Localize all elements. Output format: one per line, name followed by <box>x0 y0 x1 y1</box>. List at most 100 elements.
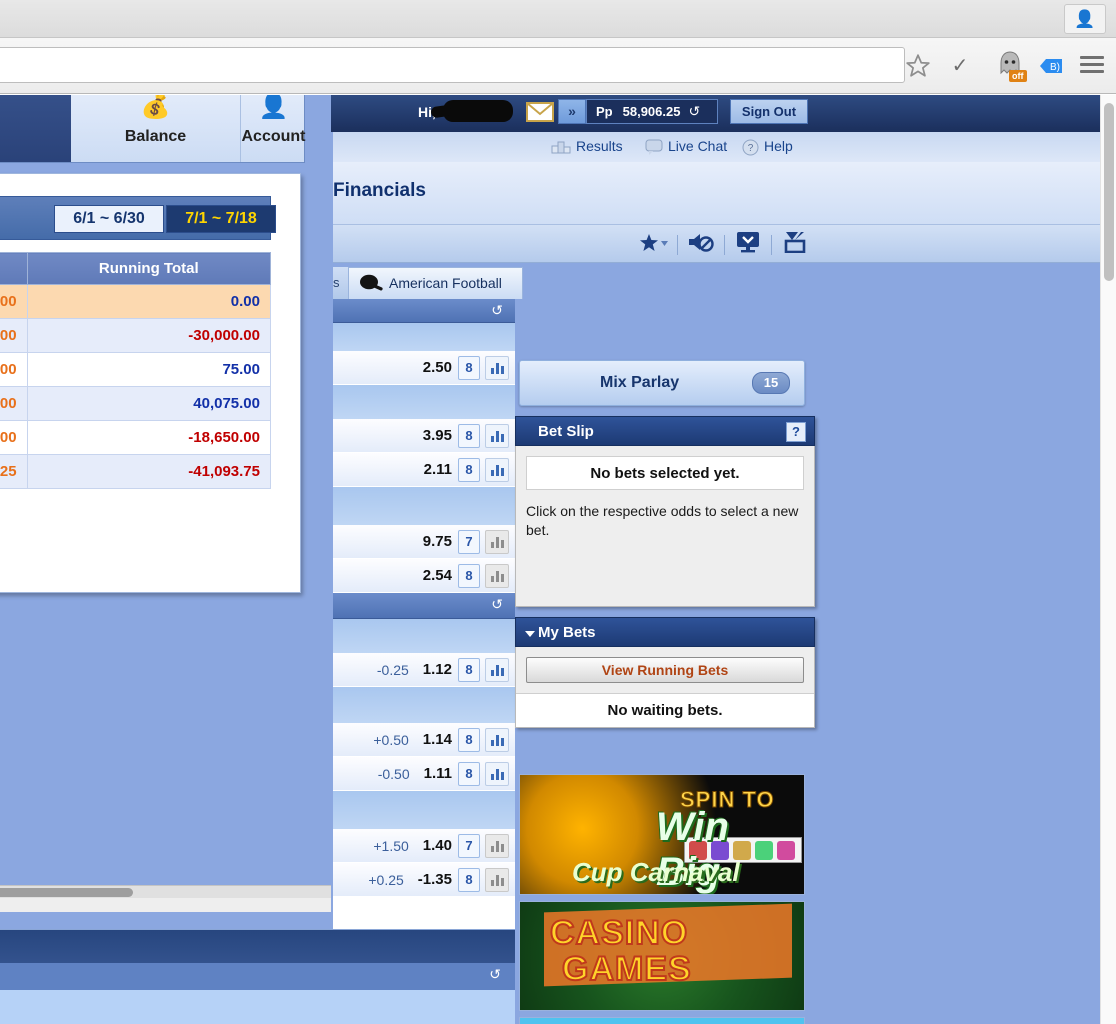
table-row[interactable]: 0.00 0.00 <box>0 284 272 319</box>
stats-bar-icon[interactable] <box>485 457 509 482</box>
stats-bar-icon[interactable] <box>485 867 509 892</box>
odds-price[interactable]: 2.50 <box>423 359 452 376</box>
refresh-balance-icon[interactable]: ↺ <box>688 103 700 120</box>
odds-price[interactable]: 9.75 <box>423 533 452 550</box>
bottom-dark-band <box>0 929 515 963</box>
speaker-muted-icon[interactable] <box>678 231 724 258</box>
odds-price[interactable]: 3.95 <box>423 427 452 444</box>
popup-scroll-thumb[interactable] <box>0 888 133 897</box>
table-header-commission[interactable]: Commission <box>0 252 28 285</box>
cell-running-total: 40,075.00 <box>26 386 272 421</box>
stats-bar-icon[interactable] <box>485 833 509 858</box>
popup-horizontal-scrollbar[interactable] <box>0 885 331 898</box>
tag-icon[interactable]: B) <box>1038 55 1064 77</box>
odds-count[interactable]: 8 <box>458 457 480 482</box>
help-icon: ? <box>742 139 759 161</box>
odds-count[interactable]: 8 <box>458 355 480 380</box>
period-button-current[interactable]: 7/1 ~ 7/18 <box>166 205 276 233</box>
odds-row[interactable]: 3.95 8 <box>333 419 515 453</box>
odds-price[interactable]: 1.40 <box>423 837 452 854</box>
odds-count[interactable]: 8 <box>458 727 480 752</box>
popup-nav-account[interactable]: 👤 Account <box>241 95 306 162</box>
table-row[interactable]: 175.00 -18,650.00 <box>0 420 272 455</box>
star-dropdown-icon[interactable] <box>631 232 677 257</box>
odds-count[interactable]: 8 <box>458 761 480 786</box>
odds-price[interactable]: -1.35 <box>418 871 452 888</box>
table-row[interactable]: 0.00 -30,000.00 <box>0 318 272 353</box>
odds-row[interactable]: +0.50 1.14 8 <box>333 723 515 757</box>
chevron-down-icon[interactable] <box>525 631 535 637</box>
my-bets-header[interactable]: My Bets <box>515 617 815 647</box>
stats-bar-icon[interactable] <box>485 563 509 588</box>
odds-price[interactable]: 1.11 <box>424 765 452 782</box>
video-camera-icon[interactable] <box>772 231 818 258</box>
sign-out-button[interactable]: Sign Out <box>730 99 808 124</box>
odds-row[interactable]: -0.25 1.12 8 <box>333 653 515 687</box>
refresh-icon[interactable]: ↺ <box>489 966 501 983</box>
odds-count[interactable]: 8 <box>458 563 480 588</box>
table-row[interactable]: 0.00 40,075.00 <box>0 386 272 421</box>
stats-bar-icon[interactable] <box>485 355 509 380</box>
odds-price[interactable]: 1.14 <box>423 731 452 748</box>
cell-running-total: 0.00 <box>26 284 272 319</box>
expand-balance-button[interactable]: » <box>558 99 586 124</box>
table-row[interactable]: 75.00 75.00 <box>0 352 272 387</box>
person-icon: 👤 <box>1074 9 1096 29</box>
refresh-icon[interactable]: ↺ <box>491 302 503 319</box>
odds-count[interactable]: 7 <box>458 833 480 858</box>
odds-row[interactable]: 2.11 8 <box>333 453 515 487</box>
odds-count[interactable]: 8 <box>458 423 480 448</box>
page-scrollbar[interactable] <box>1100 95 1116 1024</box>
odds-row[interactable]: 2.50 8 <box>333 351 515 385</box>
bottom-group-header: ↺ <box>0 963 515 990</box>
popup-nav-statement[interactable]: 📄 ement <box>0 95 71 162</box>
odds-row[interactable]: +1.50 1.40 7 <box>333 829 515 863</box>
stats-bar-icon[interactable] <box>485 727 509 752</box>
odds-row[interactable]: +0.25 -1.35 8 <box>333 863 515 897</box>
odds-price[interactable]: 1.12 <box>423 661 452 678</box>
odds-price[interactable]: 2.54 <box>423 567 452 584</box>
refresh-icon[interactable]: ↺ <box>491 596 503 613</box>
address-bar[interactable] <box>0 47 905 83</box>
tv-icon[interactable] <box>725 231 771 258</box>
odds-row[interactable]: 9.75 7 <box>333 525 515 559</box>
balance-box[interactable]: Pp 58,906.25 ↺ <box>586 99 718 124</box>
help-link[interactable]: Help <box>764 138 793 154</box>
check-icon[interactable]: ✓ <box>948 54 972 78</box>
odds-count[interactable]: 7 <box>458 529 480 554</box>
mix-parlay-button[interactable]: Mix Parlay 15 <box>519 360 805 406</box>
odds-price[interactable]: 2.11 <box>424 461 452 478</box>
my-bets-panel: My Bets View Running Bets No waiting bet… <box>515 617 815 728</box>
odds-row[interactable]: -0.50 1.11 8 <box>333 757 515 791</box>
page-scroll-thumb[interactable] <box>1104 103 1114 281</box>
tab-american-football[interactable]: American Football <box>348 267 523 299</box>
banner-follow-us-twitter[interactable]: 🐦 FOLLOW US @SBOBET <box>519 1017 805 1024</box>
star-icon[interactable] <box>905 53 931 79</box>
odds-count[interactable]: 8 <box>458 657 480 682</box>
banner-line-1: CASINO <box>549 913 689 953</box>
ghost-off-icon[interactable]: off <box>995 49 1029 83</box>
odds-handicap: +0.25 <box>368 871 404 888</box>
banner-casino-games[interactable]: CASINO GAMES <box>519 901 805 1011</box>
browser-profile-button[interactable]: 👤 <box>1064 4 1106 34</box>
banner-spin-to-win-big[interactable]: SPIN TO Win Big Cup Carnaval <box>519 774 805 895</box>
tab-label: American Football <box>389 275 502 291</box>
odds-count[interactable]: 8 <box>458 867 480 892</box>
view-running-bets-button[interactable]: View Running Bets <box>526 657 804 683</box>
table-row[interactable]: 106.25 -41,093.75 <box>0 454 272 489</box>
hamburger-menu-icon[interactable] <box>1080 55 1104 76</box>
stats-bar-icon[interactable] <box>485 657 509 682</box>
stats-bar-icon[interactable] <box>485 423 509 448</box>
financials-table: Commission Running Total 0.00 0.00 <box>0 252 272 489</box>
live-chat-link[interactable]: Live Chat <box>668 138 727 154</box>
stats-bar-icon[interactable] <box>485 529 509 554</box>
bet-slip-help-icon[interactable]: ? <box>786 422 806 442</box>
envelope-icon[interactable] <box>526 102 554 127</box>
results-link[interactable]: Results <box>576 138 623 154</box>
odds-row[interactable]: 2.54 8 <box>333 559 515 593</box>
period-button-previous[interactable]: 6/1 ~ 6/30 <box>54 205 164 233</box>
table-header-running-total[interactable]: Running Total <box>26 252 272 285</box>
page-viewport: Hi, » Pp 58,906.25 ↺ Sign Out Results Li… <box>0 95 1116 1024</box>
stats-bar-icon[interactable] <box>485 761 509 786</box>
browser-tab-strip: 👤 <box>0 0 1116 38</box>
